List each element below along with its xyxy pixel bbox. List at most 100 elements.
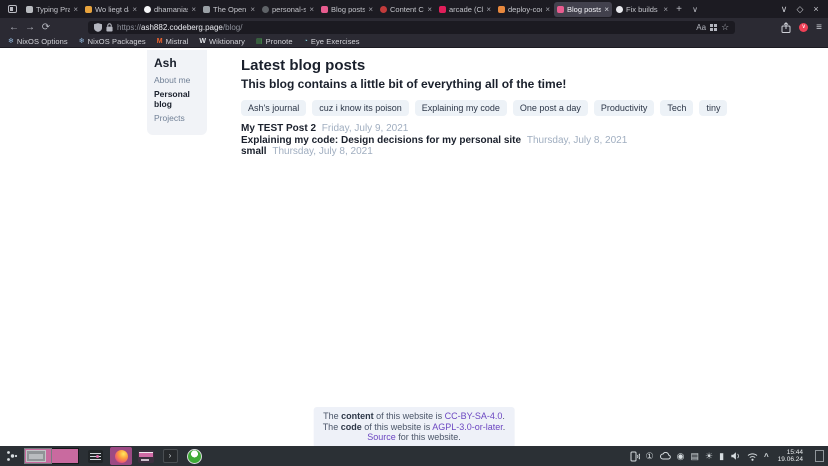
tag-one-post-a-day[interactable]: One post a day — [513, 100, 588, 116]
pocket-icon[interactable]: ∨ — [799, 23, 808, 32]
tab-title: Content Collec — [390, 5, 424, 14]
tab-arcade-channel[interactable]: arcade (Chann × — [436, 2, 494, 17]
desktop-2[interactable] — [52, 449, 78, 463]
wiktionary-icon: W — [199, 38, 206, 45]
taskbar-green-app-button[interactable] — [184, 447, 204, 465]
tab-content-collections[interactable]: Content Collec × — [377, 2, 435, 17]
bookmark-eye-exercises[interactable]: ◔ Eye Exercises — [304, 37, 360, 46]
restore-button[interactable]: ◇ — [794, 4, 806, 15]
taskbar-firefox-button[interactable] — [110, 447, 132, 465]
url-domain: ash882.codeberg.page — [141, 23, 223, 32]
audio-mixer-icon[interactable] — [88, 450, 103, 463]
tab-close-icon[interactable]: × — [663, 5, 668, 14]
taskbar-terminal-button[interactable]: › — [160, 447, 180, 465]
agpl-license-link[interactable]: AGPL-3.0-or-later — [432, 422, 503, 432]
tab-personal-site[interactable]: personal-site - × — [259, 2, 317, 17]
kdeconnect-phone-icon[interactable] — [630, 451, 640, 462]
expand-tray-chevron-icon[interactable]: ^ — [764, 452, 769, 462]
reload-button[interactable]: ⟳ — [38, 22, 54, 33]
tab-dhamaniasad[interactable]: dhamaniasad × — [141, 2, 199, 17]
snowflake-icon: ❄ — [79, 38, 85, 45]
url-bar[interactable]: https://ash882.codeberg.page/blog/ Aa ☆ — [88, 21, 735, 34]
post-date: Friday, July 9, 2021 — [322, 123, 409, 134]
tab-fix-builds[interactable]: Fix builds · eel × — [613, 2, 671, 17]
sidebar-item-personal-blog[interactable]: Personal blog — [154, 89, 200, 109]
bookmark-pronote[interactable]: ▤ Pronote — [256, 37, 293, 46]
desktop-1[interactable] — [25, 449, 51, 463]
tab-blog-posts-active[interactable]: Blog posts - A × — [554, 2, 612, 17]
browser-toolbar: ← → ⟳ https://ash882.codeberg.page/blog/… — [0, 18, 828, 36]
tab-open-graph[interactable]: The Open Gra × — [200, 2, 258, 17]
tag-tiny[interactable]: tiny — [699, 100, 727, 116]
bookmark-nixos-packages[interactable]: ❄ NixOS Packages — [79, 37, 146, 46]
media-record-icon[interactable]: ◉ — [677, 451, 685, 461]
extensions-icon[interactable] — [710, 24, 717, 31]
translate-icon[interactable]: Aa — [696, 23, 706, 32]
post-link[interactable]: Explaining my code: Design decisions for… — [241, 135, 521, 146]
cc-license-link[interactable]: CC-BY-SA-4.0 — [445, 411, 503, 421]
tab-title: Typing Practice — [36, 5, 70, 14]
tab-blog-posts-1[interactable]: Blog posts - As × — [318, 2, 376, 17]
bookmark-wiktionary[interactable]: W Wiktionary — [199, 37, 245, 46]
taskbar-app-button[interactable] — [136, 447, 156, 465]
post-link[interactable]: My TEST Post 2 — [241, 123, 316, 134]
bookmark-star-icon[interactable]: ☆ — [721, 22, 729, 33]
tab-title: personal-site - — [272, 5, 306, 14]
share-icon[interactable] — [781, 22, 791, 33]
tab-close-icon[interactable]: × — [545, 5, 550, 14]
tag-tech[interactable]: Tech — [660, 100, 693, 116]
tab-close-icon[interactable]: × — [427, 5, 432, 14]
tab-title: Blog posts - A — [567, 5, 601, 14]
network-wifi-icon[interactable] — [747, 452, 758, 461]
tab-close-icon[interactable]: × — [309, 5, 314, 14]
lock-icon[interactable] — [106, 23, 113, 32]
tag-productivity[interactable]: Productivity — [594, 100, 655, 116]
tab-favicon — [262, 6, 269, 13]
digital-clock[interactable]: 15:44 19.06.24 — [778, 449, 803, 463]
tab-close-icon[interactable]: × — [132, 5, 137, 14]
battery-icon[interactable]: ▮ — [719, 451, 724, 461]
bookmark-nixos-options[interactable]: ❄ NixOS Options — [8, 37, 68, 46]
firefox-view-button[interactable] — [2, 2, 22, 16]
tag-cuz-i-know-its-poison[interactable]: cuz i know its poison — [312, 100, 409, 116]
status-circle-icon[interactable]: ① — [646, 451, 654, 461]
bookmark-mistral[interactable]: M Mistral — [157, 37, 189, 46]
desktop-screen: Typing Practice × Wo liegt das? | × dham… — [0, 0, 828, 466]
list-all-tabs-button[interactable]: ∨ — [687, 5, 703, 14]
tab-typing-practice[interactable]: Typing Practice × — [23, 2, 81, 17]
virtual-desktop-pager — [24, 448, 79, 464]
new-tab-button[interactable]: + — [671, 4, 687, 15]
source-link[interactable]: Source — [367, 432, 396, 442]
tab-close-icon[interactable]: × — [73, 5, 78, 14]
tab-wo-liegt-das[interactable]: Wo liegt das? | × — [82, 2, 140, 17]
close-window-button[interactable]: × — [810, 4, 822, 15]
volume-icon[interactable] — [730, 451, 741, 461]
site-title[interactable]: Ash — [154, 56, 200, 70]
tag-ashs-journal[interactable]: Ash's journal — [241, 100, 306, 116]
back-button[interactable]: ← — [6, 22, 22, 33]
night-color-icon[interactable]: ☀ — [705, 451, 713, 461]
sidebar-item-about-me[interactable]: About me — [154, 75, 200, 85]
tab-deploy-codeberg[interactable]: deploy-codebe × — [495, 2, 553, 17]
post-link[interactable]: small — [241, 146, 267, 157]
menu-hamburger-icon[interactable]: ≡ — [816, 22, 822, 33]
tab-title: deploy-codebe — [508, 5, 542, 14]
app-launcher-button[interactable] — [3, 448, 20, 464]
tab-close-icon[interactable]: × — [191, 5, 196, 14]
tab-favicon — [557, 6, 564, 13]
forward-button[interactable]: → — [22, 22, 38, 33]
tab-close-icon[interactable]: × — [604, 5, 609, 14]
tab-close-icon[interactable]: × — [250, 5, 255, 14]
cloud-sync-icon[interactable] — [660, 452, 671, 460]
show-desktop-button[interactable] — [815, 450, 824, 462]
clipboard-icon[interactable]: ▤ — [690, 451, 699, 461]
list-item: My TEST Post 2 Friday, July 9, 2021 — [241, 124, 801, 135]
sidebar-item-projects[interactable]: Projects — [154, 113, 200, 123]
minimize-button[interactable]: ∨ — [778, 4, 790, 15]
tag-explaining-my-code[interactable]: Explaining my code — [415, 100, 507, 116]
post-date: Thursday, July 8, 2021 — [527, 135, 627, 146]
tracking-protection-shield-icon[interactable] — [94, 23, 102, 32]
tab-close-icon[interactable]: × — [368, 5, 373, 14]
bookmarks-toolbar: ❄ NixOS Options ❄ NixOS Packages M Mistr… — [0, 36, 828, 48]
tab-close-icon[interactable]: × — [486, 5, 491, 14]
